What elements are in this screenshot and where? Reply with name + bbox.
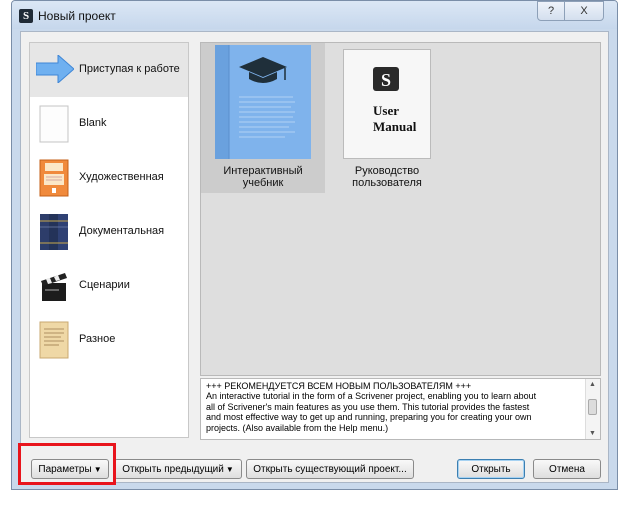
scrivener-logo-letter: S [381, 70, 391, 90]
category-scripts[interactable]: Сценарии [30, 259, 188, 313]
blank-page-icon [39, 105, 69, 143]
notebook-icon [39, 159, 69, 197]
template-label: Руководство пользователя [352, 165, 422, 189]
category-non-fiction[interactable]: Документальная [30, 205, 188, 259]
title-bar: S Новый проект ? X [12, 1, 617, 29]
category-label: Художественная [79, 171, 164, 183]
category-misc[interactable]: Разное [30, 313, 188, 367]
category-getting-started[interactable]: Приступая к работе [30, 43, 188, 97]
highlight-annotation [18, 443, 116, 485]
new-project-window: S Новый проект ? X Приступая к работе Bl… [11, 0, 618, 490]
close-icon: X [580, 5, 588, 17]
open-button[interactable]: Открыть [457, 459, 525, 479]
parchment-icon [39, 321, 69, 359]
scrivener-app-icon: S [19, 9, 33, 23]
category-label: Blank [79, 117, 107, 129]
template-description: +++ РЕКОМЕНДУЕТСЯ ВСЕМ НОВЫМ ПОЛЬЗОВАТЕЛ… [200, 378, 601, 440]
user-manual-icon: S User Manual [343, 49, 431, 159]
books-icon [40, 214, 68, 250]
template-interactive-tutorial[interactable]: Интерактивный учебник [201, 43, 325, 193]
book-cover-text-2: Manual [373, 119, 417, 134]
arrow-right-icon [36, 55, 74, 83]
scroll-down-icon[interactable]: ▼ [589, 429, 596, 439]
category-label: Документальная [79, 225, 165, 237]
template-grid: Интерактивный учебник S User Manual Руко… [200, 42, 601, 376]
category-list: Приступая к работе Blank Художественная [29, 42, 189, 438]
clapperboard-icon [41, 273, 67, 301]
help-button[interactable]: ? [537, 1, 565, 21]
category-blank[interactable]: Blank [30, 97, 188, 151]
template-label: Интерактивный учебник [223, 165, 303, 189]
cancel-button[interactable]: Отмена [533, 459, 601, 479]
category-fiction[interactable]: Художественная [30, 151, 188, 205]
category-label: Сценарии [79, 279, 130, 291]
scroll-up-icon[interactable]: ▲ [589, 380, 596, 390]
category-label: Приступая к работе [79, 63, 180, 75]
dialog-body: Приступая к работе Blank Художественная [20, 31, 609, 483]
window-title: Новый проект [38, 9, 116, 23]
template-user-manual[interactable]: S User Manual Руководство пользователя [325, 43, 449, 193]
close-button[interactable]: X [564, 1, 604, 21]
book-cover-text-1: User [373, 103, 399, 118]
description-scrollbar[interactable]: ▲ ▼ [585, 379, 600, 439]
dropdown-arrow-icon: ▼ [225, 464, 234, 474]
graduation-cap-icon [215, 45, 311, 159]
open-recent-button[interactable]: Открыть предыдущий ▼ [114, 459, 242, 479]
category-label: Разное [79, 333, 116, 345]
scrollbar-thumb[interactable] [588, 399, 597, 415]
open-existing-project-button[interactable]: Открыть существующий проект... [246, 459, 414, 479]
help-icon: ? [547, 5, 555, 17]
